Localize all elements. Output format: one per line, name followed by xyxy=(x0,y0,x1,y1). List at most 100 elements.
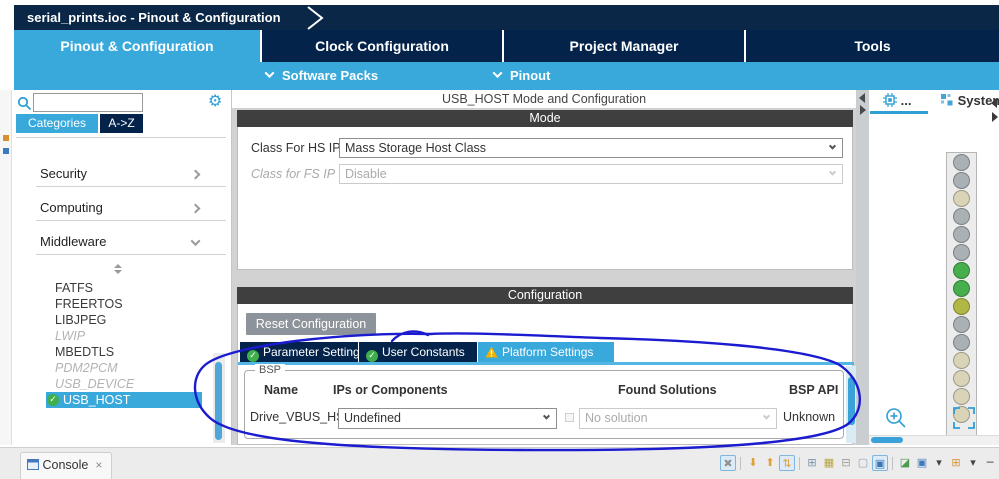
display-console-icon[interactable]: ▣ xyxy=(914,455,930,471)
class-fs-ip-label: Class for FS IP xyxy=(251,167,336,181)
mcu-pin[interactable] xyxy=(953,244,970,261)
mode-box: Class For HS IP Mass Storage Host Class … xyxy=(237,127,853,270)
bsp-row-name: Drive_VBUS_HS xyxy=(250,410,345,424)
display-console-caret-icon[interactable]: ▾ xyxy=(931,455,947,471)
sidebar-item-libjpeg[interactable]: LIBJPEG xyxy=(46,312,202,328)
pinout-dropdown[interactable]: Pinout xyxy=(492,62,550,90)
chip-icon xyxy=(883,93,897,107)
minimize-icon[interactable]: ─ xyxy=(982,455,998,471)
reset-configuration-button[interactable]: Reset Configuration xyxy=(246,313,376,335)
zoom-in-icon[interactable] xyxy=(885,407,907,429)
follow-output-icon[interactable]: ⇅ xyxy=(779,455,795,471)
mcu-pin[interactable] xyxy=(953,262,970,279)
clear-console-icon[interactable]: ✖ xyxy=(720,455,736,471)
mcu-pin[interactable] xyxy=(953,208,970,225)
sidebar-item-middleware[interactable]: Middleware xyxy=(16,234,225,256)
bsp-checkbox xyxy=(565,413,574,422)
wrap-text-icon[interactable]: ⊟ xyxy=(838,455,854,471)
mcu-pin[interactable] xyxy=(953,190,970,207)
config-scrollbar-thumb[interactable] xyxy=(848,377,855,425)
collapse-right-icon[interactable] xyxy=(860,105,866,115)
sidebar-item-usb_device[interactable]: USB_DEVICE xyxy=(46,376,202,392)
search-input[interactable] xyxy=(33,93,143,112)
mcu-pin[interactable] xyxy=(953,226,970,243)
bsp-solution-select: No solution xyxy=(579,408,777,429)
split-console-icon[interactable]: ⊞ xyxy=(804,455,820,471)
mcu-pin[interactable] xyxy=(953,370,970,387)
check-icon: ✓ xyxy=(366,350,378,362)
active-tab-underline xyxy=(870,111,928,114)
collapse-left-icon[interactable] xyxy=(859,93,865,103)
divider xyxy=(36,220,226,221)
configuration-box: Reset Configuration ✓ Parameter Settings … xyxy=(237,304,857,445)
bsp-col-name: Name xyxy=(264,383,299,397)
sidebar-item-freertos[interactable]: FREERTOS xyxy=(46,296,202,312)
divider xyxy=(36,254,226,255)
minimized-icon[interactable] xyxy=(3,148,9,154)
tab-project-manager[interactable]: Project Manager xyxy=(504,30,744,62)
tab-user-constants[interactable]: ✓ User Constants xyxy=(359,342,477,362)
mcu-pin[interactable] xyxy=(953,280,970,297)
sidebar-item-lwip[interactable]: LWIP xyxy=(46,328,202,344)
configuration-section-bar: Configuration xyxy=(237,287,853,304)
toolbar-separator xyxy=(799,456,800,470)
tab-pinout-configuration[interactable]: Pinout & Configuration xyxy=(14,30,260,62)
scroll-hint-icon[interactable] xyxy=(114,264,122,274)
collapse-right-icon[interactable] xyxy=(992,112,998,122)
mcu-pin[interactable] xyxy=(953,298,970,315)
mcu-pin[interactable] xyxy=(953,352,970,369)
sub-toolbar: Software Packs Pinout xyxy=(14,62,999,90)
collapse-left-icon[interactable] xyxy=(991,98,997,108)
tab-clock-configuration[interactable]: Clock Configuration xyxy=(262,30,502,62)
mcu-pin[interactable] xyxy=(953,316,970,333)
tab-platform-settings[interactable]: Platform Settings xyxy=(478,342,614,362)
tab-parameter-settings[interactable]: ✓ Parameter Settings xyxy=(240,342,366,362)
mcu-pin[interactable] xyxy=(953,388,970,405)
sidebar-item-computing[interactable]: Computing xyxy=(16,200,225,222)
chevron-down-icon xyxy=(828,168,837,176)
chevron-down-icon xyxy=(264,68,275,79)
class-hs-ip-select[interactable]: Mass Storage Host Class xyxy=(339,138,843,158)
mcu-pin[interactable] xyxy=(953,334,970,351)
scroll-down-icon[interactable]: ⬇ xyxy=(745,455,761,471)
new-console-icon[interactable]: ⊞ xyxy=(948,455,964,471)
grid-icon xyxy=(941,94,953,106)
mcu-pin-strip[interactable] xyxy=(946,152,977,437)
app-root: serial_prints.ioc - Pinout & Configurati… xyxy=(0,0,999,479)
warning-icon xyxy=(485,346,498,358)
right-hscrollbar-thumb[interactable] xyxy=(871,437,903,443)
sidebar-item-pdm2pcm[interactable]: PDM2PCM xyxy=(46,360,202,376)
tab-mcu-view[interactable]: ... xyxy=(883,93,911,111)
sidebar-scrollbar-thumb[interactable] xyxy=(215,362,222,440)
minimized-icon[interactable] xyxy=(3,135,9,141)
tab-a-to-z[interactable]: A->Z xyxy=(100,114,143,133)
tab-tools[interactable]: Tools xyxy=(746,30,999,62)
open-console-icon[interactable]: ▣ xyxy=(872,455,888,471)
tab-console[interactable]: Console × xyxy=(20,452,112,479)
bsp-ip-select[interactable]: Undefined xyxy=(338,408,557,429)
minimized-panel-strip[interactable] xyxy=(0,90,12,445)
scroll-up-icon[interactable]: ⬆ xyxy=(762,455,778,471)
import-console-icon[interactable]: ◪ xyxy=(897,455,913,471)
divider xyxy=(36,186,226,187)
gear-icon[interactable]: ⚙ xyxy=(208,91,222,110)
lock-console-icon[interactable]: ▦ xyxy=(821,455,837,471)
close-page-icon[interactable]: ▢ xyxy=(855,455,871,471)
bsp-col-ips: IPs or Components xyxy=(333,383,448,397)
sidebar-item-mbedtls[interactable]: MBEDTLS xyxy=(46,344,202,360)
console-toolbar: ✖⬇⬆⇅⊞▦⊟▢▣◪▣▾⊞▾─❐ xyxy=(720,454,999,472)
mcu-pin[interactable] xyxy=(953,154,970,171)
search-icon xyxy=(17,96,32,111)
panel-splitter[interactable] xyxy=(856,90,869,445)
sidebar-item-fatfs[interactable]: FATFS xyxy=(46,280,202,296)
fit-to-screen-icon[interactable] xyxy=(953,407,975,429)
software-packs-dropdown[interactable]: Software Packs xyxy=(264,62,378,90)
new-console-caret-icon[interactable]: ▾ xyxy=(965,455,981,471)
mcu-pin[interactable] xyxy=(953,172,970,189)
tab-categories[interactable]: Categories xyxy=(16,114,98,133)
console-panel: Console× ✖⬇⬆⇅⊞▦⊟▢▣◪▣▾⊞▾─❐ xyxy=(0,447,999,479)
toolbar-separator xyxy=(740,456,741,470)
sidebar-item-usb_host[interactable]: ✓ USB_HOST xyxy=(46,392,202,408)
close-icon[interactable]: × xyxy=(95,458,102,472)
sidebar-item-security[interactable]: Security xyxy=(16,166,225,188)
